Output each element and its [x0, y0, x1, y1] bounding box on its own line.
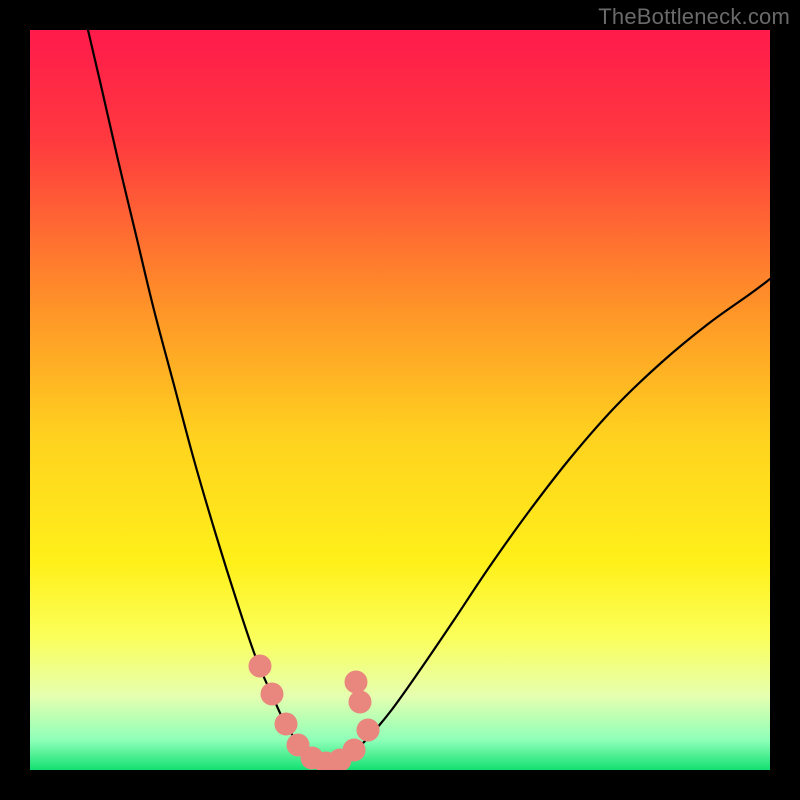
marker-dot — [357, 719, 379, 741]
marker-dot — [249, 655, 271, 677]
marker-dot — [261, 683, 283, 705]
marker-dot — [345, 671, 367, 693]
chart-frame: TheBottleneck.com — [0, 0, 800, 800]
watermark-text: TheBottleneck.com — [598, 4, 790, 30]
marker-dot — [343, 739, 365, 761]
gradient-background — [30, 30, 770, 770]
marker-dot — [349, 691, 371, 713]
chart-svg — [30, 30, 770, 770]
plot-area — [30, 30, 770, 770]
marker-dot — [275, 713, 297, 735]
